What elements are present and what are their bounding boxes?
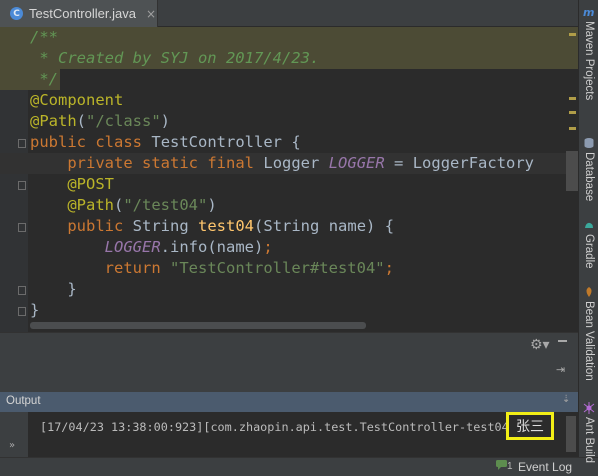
stripe-mark[interactable] <box>569 33 576 36</box>
tool-window-ant-build[interactable]: Ant Build <box>579 402 598 463</box>
close-tab-icon[interactable]: × <box>146 7 156 21</box>
annotation-text: @POST <box>30 175 114 193</box>
editor-tab-bar: C TestController.java × <box>0 0 578 27</box>
doc-comment-text: */ <box>30 70 58 88</box>
tool-window-maven[interactable]: m Maven Projects <box>579 6 598 100</box>
code-line-text: public String test04(String name) { <box>67 217 395 235</box>
code-line: } <box>0 300 578 321</box>
hide-panel-icon[interactable]: ⇣ <box>562 394 570 405</box>
scroll-to-end-icon[interactable]: ⇥ <box>556 363 567 376</box>
java-class-icon: C <box>10 7 23 20</box>
event-log-button[interactable]: Event Log <box>518 460 572 474</box>
stripe-mark[interactable] <box>569 97 576 100</box>
database-icon <box>583 137 595 149</box>
doc-comment-text: * Created by SYJ on 2017/4/23. <box>30 49 320 67</box>
expand-icon[interactable]: » <box>9 440 15 451</box>
code-line: @Path("/test04") <box>0 195 578 216</box>
code-line-text: } <box>30 280 77 298</box>
code-editor[interactable]: /** * Created by SYJ on 2017/4/23. */ @C… <box>0 27 578 332</box>
tool-window-label: Ant Build <box>583 417 595 464</box>
code-line-text: } <box>30 301 40 319</box>
output-side-toolbar: » <box>0 412 28 457</box>
minimize-icon[interactable] <box>558 340 567 342</box>
code-line: */ <box>0 69 60 90</box>
code-line: } <box>0 279 578 300</box>
annotation-text: @Component <box>30 91 124 109</box>
right-tool-strip: m Maven Projects Database Gradle Bean Va… <box>578 0 598 463</box>
log-line: [17/04/23 13:38:00:923][com.zhaopin.api.… <box>40 420 516 434</box>
tool-window-bean-validation[interactable]: Bean Validation <box>579 286 598 381</box>
tool-window-label: Gradle <box>583 234 595 269</box>
panel-toolbar: ⚙▾ ⇥ <box>0 332 578 392</box>
code-line-text: private static final Logger LOGGER = Log… <box>67 154 535 172</box>
output-console[interactable]: » [17/04/23 13:38:00:923][com.zhaopin.ap… <box>0 412 578 457</box>
code-line: return "TestController#test04"; <box>0 258 578 279</box>
output-panel-header: Output ⇣ <box>0 392 578 412</box>
gradle-icon <box>583 219 595 231</box>
tab-label: TestController.java <box>29 6 136 21</box>
code-line: @POST <box>0 174 578 195</box>
status-bar: 1 Event Log <box>0 457 598 476</box>
output-value-text: 张三 <box>516 419 544 435</box>
tab-testcontroller-java[interactable]: C TestController.java × <box>0 0 158 27</box>
stripe-mark[interactable] <box>569 111 576 114</box>
highlighted-output-value: 张三 <box>506 412 554 440</box>
doc-comment-text: /** <box>30 28 58 46</box>
code-line-text: @Path("/test04") <box>67 196 217 214</box>
code-line-text: LOGGER.info(name); <box>104 238 273 256</box>
code-line: public String test04(String name) { <box>0 216 578 237</box>
code-line: LOGGER.info(name); <box>0 237 578 258</box>
ant-build-icon <box>583 402 595 414</box>
bean-validation-icon <box>583 286 595 298</box>
code-line: /** <box>0 27 578 48</box>
tool-window-gradle[interactable]: Gradle <box>579 219 598 269</box>
tool-window-label: Maven Projects <box>583 21 595 101</box>
tool-window-label: Bean Validation <box>583 301 595 381</box>
output-scrollbar[interactable] <box>566 416 576 452</box>
tool-window-label: Database <box>583 152 595 202</box>
svg-text:m: m <box>583 6 594 18</box>
editor-horizontal-scrollbar[interactable] <box>30 322 366 329</box>
maven-icon: m <box>583 6 595 18</box>
gear-icon[interactable]: ⚙▾ <box>530 337 550 353</box>
code-line-text: return "TestController#test04"; <box>104 259 394 277</box>
code-line: @Component <box>0 90 578 111</box>
output-panel-title: Output <box>6 395 41 407</box>
code-line: public class TestController { <box>0 132 578 153</box>
code-line: @Path("/class") <box>0 111 578 132</box>
code-line: * Created by SYJ on 2017/4/23. <box>0 48 578 69</box>
tool-window-database[interactable]: Database <box>579 137 598 201</box>
event-log-count: 1 <box>507 461 513 472</box>
editor-vertical-scrollbar[interactable] <box>566 151 578 191</box>
stripe-mark[interactable] <box>569 127 576 130</box>
code-line-text: public class TestController { <box>30 133 301 151</box>
code-line-current: private static final Logger LOGGER = Log… <box>0 153 578 174</box>
code-line-text: @Path("/class") <box>30 112 171 130</box>
event-log-icon[interactable] <box>496 460 507 470</box>
